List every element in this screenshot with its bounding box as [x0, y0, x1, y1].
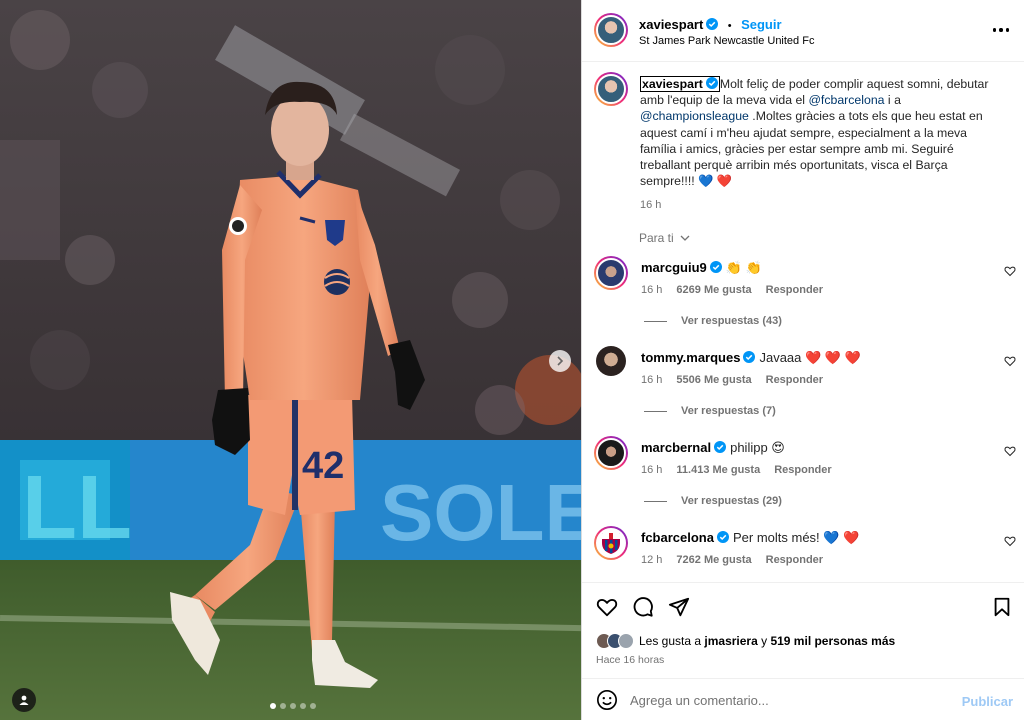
comment-input[interactable] — [630, 688, 950, 712]
board-sponsor-text: SOLE — [380, 468, 581, 557]
likes-others-count[interactable]: 519 mil personas más — [770, 634, 895, 648]
view-replies-button[interactable]: Ver respuestas (43) — [644, 315, 782, 327]
user-tag-icon — [19, 695, 29, 705]
post-photo[interactable]: LL SOLE 42 — [0, 0, 581, 720]
comment-text: 👏 👏 — [725, 260, 762, 275]
more-options-button[interactable] — [989, 22, 1013, 38]
likes-prefix: Les gusta a — [639, 634, 702, 648]
post-timestamp[interactable]: Hace 16 horas — [596, 654, 664, 666]
publish-button[interactable]: Publicar — [962, 694, 1013, 709]
sort-label: Para ti — [639, 231, 674, 245]
shirt-number: 42 — [302, 445, 344, 487]
header-separator: • — [727, 20, 732, 32]
reply-button[interactable]: Responder — [766, 374, 823, 386]
carousel-dot — [290, 703, 296, 709]
player-photo: LL SOLE 42 — [0, 0, 581, 720]
comments-sort-dropdown[interactable]: Para ti — [639, 231, 690, 245]
next-slide-button[interactable] — [549, 350, 571, 372]
chevron-down-icon — [680, 235, 690, 241]
comment-username[interactable]: tommy.marques — [641, 350, 740, 365]
caption-author-avatar[interactable] — [594, 72, 628, 106]
carousel-indicator — [270, 703, 316, 709]
commenter-avatar[interactable] — [596, 346, 626, 376]
caption-emoji: 💙 ❤️ — [698, 174, 733, 189]
caption-text-2: i a — [884, 93, 901, 108]
caption-time[interactable]: 16 h — [640, 197, 1000, 213]
comment-likes[interactable]: 5506 Me gusta — [676, 374, 751, 386]
comment-likes[interactable]: 11.413 Me gusta — [676, 464, 760, 476]
verified-badge-icon — [706, 18, 719, 30]
comment-username[interactable]: marcguiu9 — [641, 260, 707, 275]
comment-text: philipp 😍 — [730, 440, 785, 455]
view-replies-button[interactable]: Ver respuestas (7) — [644, 405, 776, 417]
board-text: LL — [22, 458, 132, 558]
comment-username[interactable]: marcbernal — [641, 440, 711, 455]
emoji-icon[interactable] — [596, 689, 618, 711]
comment-like-heart-icon[interactable] — [1004, 265, 1016, 277]
post-location[interactable]: St James Park Newcastle United Fc — [639, 35, 814, 47]
carousel-dot — [280, 703, 286, 709]
commenter-avatar[interactable] — [594, 436, 628, 470]
view-replies-label: Ver respuestas (43) — [681, 315, 782, 327]
liker-avatars — [596, 633, 634, 649]
post-header: xaviespart • Seguir St James Park Newcas… — [582, 0, 1024, 62]
verified-badge-icon — [743, 351, 756, 363]
comment-username[interactable]: fcbarcelona — [641, 530, 714, 545]
view-replies-label: Ver respuestas (7) — [681, 405, 776, 417]
carousel-dot — [270, 703, 276, 709]
reply-button[interactable]: Responder — [774, 464, 831, 476]
comment-likes[interactable]: 6269 Me gusta — [676, 284, 751, 296]
chevron-right-icon — [557, 356, 564, 366]
comment-likes[interactable]: 7262 Me gusta — [676, 554, 751, 566]
liker-username[interactable]: jmasriera — [704, 634, 757, 648]
author-avatar[interactable] — [594, 13, 628, 47]
reply-button[interactable]: Responder — [766, 284, 823, 296]
verified-badge-icon — [705, 77, 718, 89]
comment-like-heart-icon[interactable] — [1004, 355, 1016, 367]
comment-like-heart-icon[interactable] — [1004, 535, 1016, 547]
mention-championsleague[interactable]: @championsleague — [640, 109, 749, 123]
more-horizontal-icon — [992, 28, 997, 32]
comment-text: Javaaa ❤️ ❤️ ❤️ — [759, 350, 861, 365]
view-replies-label: Ver respuestas (29) — [681, 495, 782, 507]
comment-time[interactable]: 16 h — [641, 464, 662, 476]
like-heart-icon[interactable] — [596, 596, 618, 618]
follow-button[interactable]: Seguir — [741, 17, 781, 32]
commenter-avatar[interactable] — [594, 526, 628, 560]
caption-author-username[interactable]: xaviespart — [642, 77, 703, 91]
save-bookmark-icon[interactable] — [991, 596, 1013, 618]
comment-time[interactable]: 16 h — [641, 284, 662, 296]
carousel-dot — [300, 703, 306, 709]
liker-avatar — [618, 633, 634, 649]
comment-text: Per molts més! 💙 ❤️ — [732, 530, 860, 545]
share-paper-plane-icon[interactable] — [668, 596, 690, 618]
comment-time[interactable]: 12 h — [641, 554, 662, 566]
likes-summary[interactable]: Les gusta a jmasriera y 519 mil personas… — [596, 633, 895, 649]
verified-badge-icon — [714, 441, 727, 453]
commenter-avatar[interactable] — [594, 256, 628, 290]
view-replies-button[interactable]: Ver respuestas (29) — [644, 495, 782, 507]
author-username[interactable]: xaviespart — [639, 17, 703, 32]
verified-badge-icon — [709, 261, 722, 273]
add-comment-bar: Publicar — [582, 678, 1024, 720]
carousel-dot — [310, 703, 316, 709]
fcbarcelona-crest-icon — [602, 533, 620, 554]
post-actions: Les gusta a jmasriera y 519 mil personas… — [582, 582, 1024, 720]
post-details-panel: xaviespart • Seguir St James Park Newcas… — [581, 0, 1024, 720]
comment-like-heart-icon[interactable] — [1004, 445, 1016, 457]
comment-bubble-icon[interactable] — [632, 596, 654, 618]
likes-conjunction: y — [761, 634, 768, 648]
post-caption: xaviespart Molt feliç de poder complir aq… — [640, 76, 1000, 214]
verified-badge-icon — [716, 531, 729, 543]
comment-time[interactable]: 16 h — [641, 374, 662, 386]
reply-button[interactable]: Responder — [766, 554, 823, 566]
mention-fcbarcelona[interactable]: @fcbarcelona — [808, 93, 884, 107]
tagged-users-button[interactable] — [12, 688, 36, 712]
